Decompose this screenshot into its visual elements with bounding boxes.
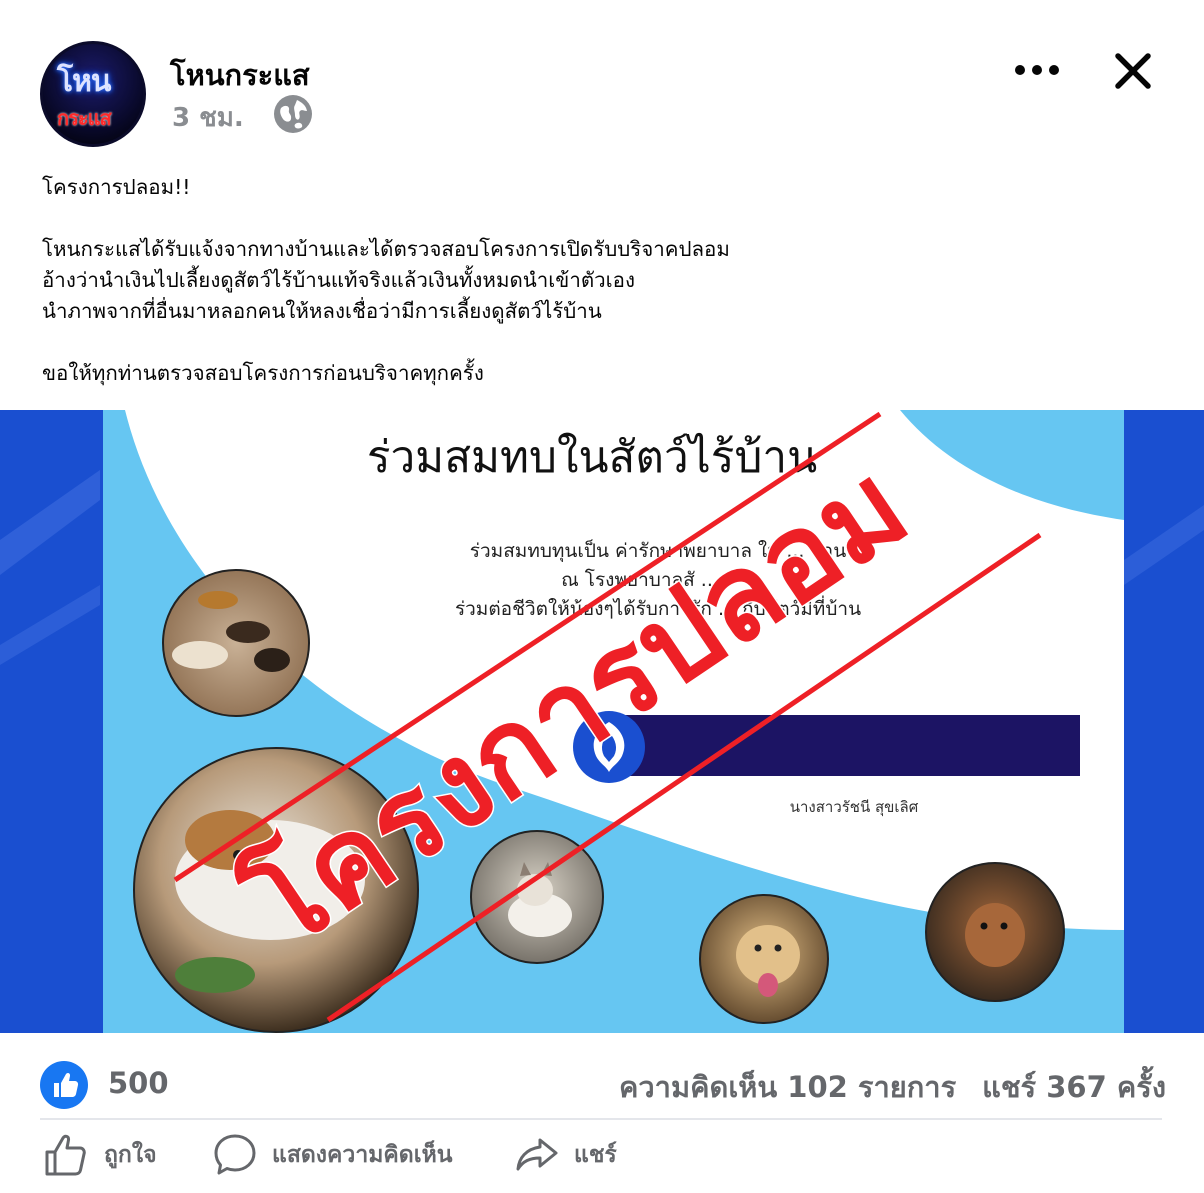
avatar-logo-text-2: กระแส: [57, 106, 112, 130]
page-name[interactable]: โหนกระแส: [170, 52, 310, 98]
cat-photo: [470, 830, 604, 964]
globe-icon[interactable]: [273, 94, 313, 134]
dogs-group-photo: [162, 569, 310, 717]
comment-button[interactable]: แสดงความคิดเห็น: [212, 1127, 452, 1183]
like-button-label: ถูกใจ: [104, 1142, 157, 1168]
more-horizontal-icon[interactable]: [1014, 62, 1060, 78]
post-image[interactable]: ร่วมสมทบในสัตว์ไร้บ้าน ร่วมสมทบทุนเป็น ค…: [0, 410, 1204, 1033]
puppy-photo: [925, 862, 1065, 1002]
image-title: ร่วมสมทบในสัตว์ไร้บ้าน: [367, 432, 817, 483]
post-paragraph-line: อ้างว่านำเงินไปเลี้ยงดูสัตว์ไร้บ้านแท้จร…: [42, 268, 635, 292]
comment-icon: [214, 1134, 256, 1175]
account-number-bar: [616, 715, 1080, 776]
share-button[interactable]: แชร์: [514, 1127, 617, 1183]
share-count[interactable]: แชร์ 367 ครั้ง: [982, 1070, 1166, 1104]
thumbs-up-icon: [54, 1072, 79, 1097]
account-name: นางสาวรัชนี สุขเลิศ: [790, 798, 919, 817]
post-closing-line: ขอให้ทุกท่านตรวจสอบโครงการก่อนบริจาคทุกค…: [42, 361, 484, 385]
avatar-logo-text-1: โหน: [57, 64, 111, 99]
like-button[interactable]: ถูกใจ: [42, 1127, 157, 1183]
thumbs-up-outline-icon: [45, 1134, 86, 1176]
post-paragraph-line: โหนกระแสได้รับแจ้งจากทางบ้านและได้ตรวจสอ…: [42, 237, 730, 261]
comment-count[interactable]: ความคิดเห็น 102 รายการ: [619, 1070, 956, 1104]
share-button-label: แชร์: [574, 1142, 617, 1168]
page-avatar[interactable]: โหน กระแส: [40, 41, 146, 147]
like-reaction-icon[interactable]: [40, 1061, 88, 1109]
post-timestamp[interactable]: 3 ชม.: [172, 97, 244, 138]
share-icon: [516, 1138, 558, 1171]
comment-button-label: แสดงความคิดเห็น: [272, 1142, 453, 1168]
like-count[interactable]: 500: [108, 1066, 169, 1100]
divider: [40, 1118, 1162, 1120]
engagement-summary: ความคิดเห็น 102 รายการ แชร์ 367 ครั้ง: [619, 1064, 1166, 1110]
post-paragraph-line: นำภาพจากที่อื่นมาหลอกคนให้หลงเชื่อว่ามีก…: [42, 299, 602, 323]
close-icon[interactable]: [1114, 52, 1152, 90]
post-headline: โครงการปลอม!!: [42, 175, 191, 199]
dog-photo: [699, 894, 829, 1024]
post-text: โครงการปลอม!! โหนกระแสได้รับแจ้งจากทางบ้…: [42, 172, 1162, 389]
